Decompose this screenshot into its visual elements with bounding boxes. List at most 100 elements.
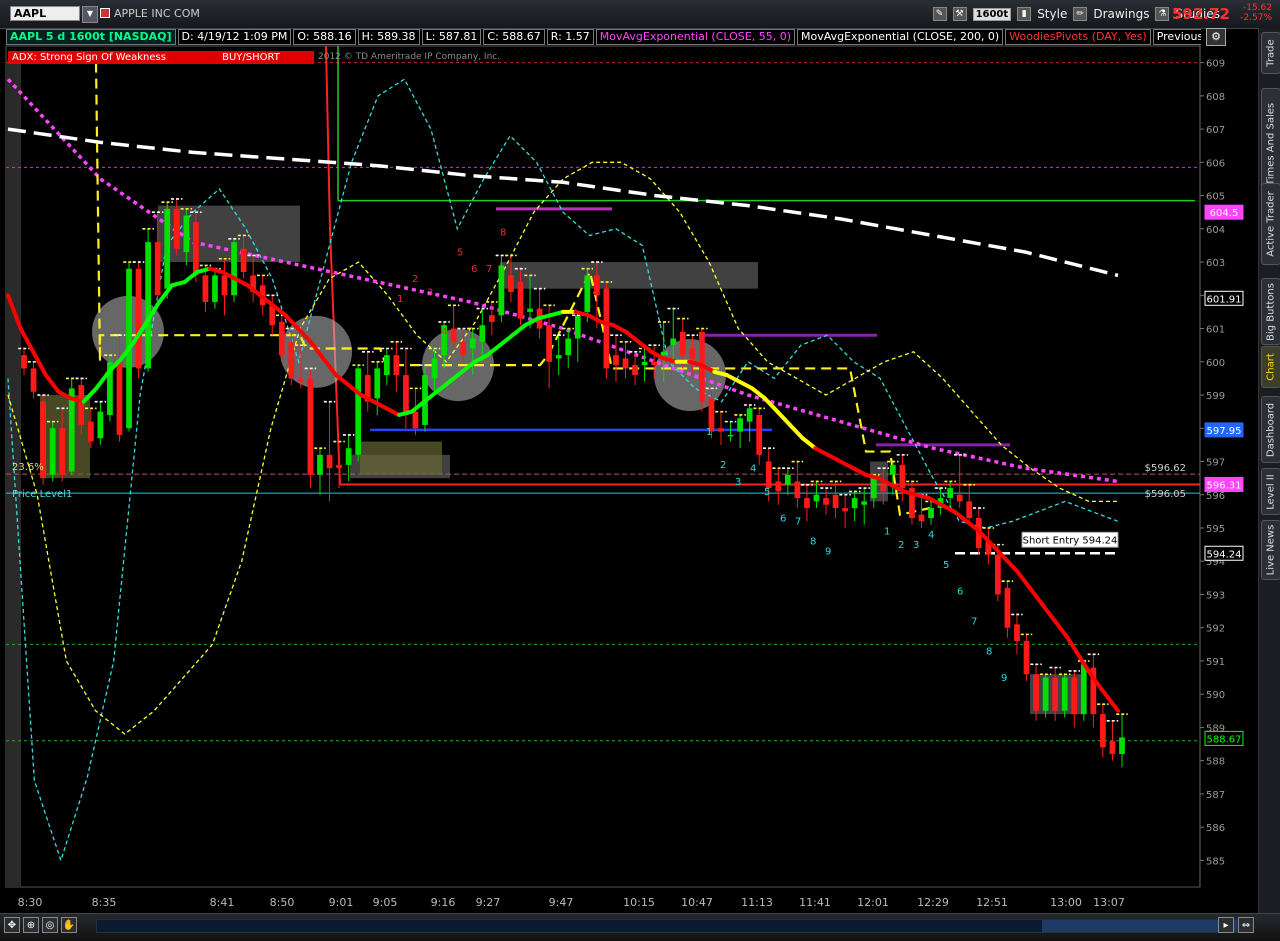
tab-trade[interactable]: Trade — [1261, 32, 1280, 74]
candle-body — [374, 368, 381, 399]
candle-body — [135, 268, 142, 369]
time-scrollbar[interactable] — [96, 919, 1238, 933]
candle-body — [641, 361, 648, 366]
tab-active-trader[interactable]: Active Trader — [1261, 183, 1280, 265]
setup-count-label: 7 — [486, 264, 492, 275]
consolidation-box — [360, 441, 442, 475]
setup-count-label: 8 — [500, 227, 506, 238]
candle-body — [1119, 737, 1125, 755]
x-tick-label: 8:35 — [92, 896, 117, 909]
scrollbar-thumb[interactable] — [1042, 920, 1237, 932]
tab-dashboard[interactable]: Dashboard — [1261, 396, 1280, 463]
candle-body — [889, 464, 896, 475]
ema55-segment — [510, 323, 528, 338]
setup-count-label: 6 — [780, 513, 786, 524]
tab-live-news[interactable]: Live News — [1261, 520, 1280, 580]
setup-count-label: 7 — [971, 616, 977, 627]
candle-body — [1100, 714, 1106, 748]
price-chart[interactable]: 5855865875885895905915925935945955965975… — [0, 0, 1258, 913]
setup-count-label: 1 — [397, 294, 403, 305]
candle-body — [851, 498, 858, 509]
ema55-segment — [233, 276, 250, 288]
x-tick-label: 10:15 — [623, 896, 655, 909]
candle-body — [756, 414, 763, 455]
setup-count-label: 2 — [720, 460, 726, 471]
candle-body — [918, 514, 925, 522]
y-tick-label: 605 — [1206, 192, 1225, 203]
bottom-toolbar: ✥ ⊕ ◎ ✋ ▸ ⇔ — [0, 913, 1280, 941]
candle-body — [508, 275, 514, 292]
tab-chart[interactable]: Chart — [1261, 346, 1280, 388]
ema55-segment — [371, 399, 389, 411]
x-tick-label: 8:50 — [270, 896, 295, 909]
candle-body — [651, 361, 658, 366]
candle-body — [823, 498, 829, 505]
ema55-segment — [1027, 585, 1045, 607]
candle-body — [336, 464, 342, 469]
candle-body — [97, 411, 104, 439]
y-tick-label: 609 — [1206, 59, 1225, 70]
setup-count-label: 3 — [735, 477, 741, 488]
short-entry-callout: Short Entry 594.24 — [1021, 531, 1119, 548]
ema55-segment — [18, 326, 36, 354]
candle-body — [403, 375, 409, 415]
candle-body — [1071, 677, 1078, 715]
y-tick-label: 600 — [1206, 358, 1225, 369]
candle-body — [383, 355, 390, 376]
candle-body — [956, 494, 963, 502]
candle-body — [861, 501, 868, 505]
y-tick-label: 590 — [1206, 690, 1225, 701]
candle-body — [966, 501, 973, 519]
candle-body — [1004, 587, 1011, 628]
candle-body — [928, 508, 934, 519]
ema55-segment — [1002, 555, 1020, 574]
candle-body — [355, 368, 362, 455]
candle-body — [307, 378, 314, 475]
candle-body — [1033, 674, 1039, 711]
side-tab-panel: Trade Times And Sales Active Trader Big … — [1258, 28, 1280, 913]
x-tick-label: 13:00 — [1050, 896, 1082, 909]
y-tick-label: 591 — [1206, 657, 1225, 668]
x-tick-label: 12:51 — [976, 896, 1008, 909]
setup-count-label: 9 — [1001, 673, 1007, 684]
setup-count-label: 6 — [471, 264, 477, 275]
price-badge-label: 597.95 — [1207, 426, 1242, 437]
price-level-label: Price Level1 — [12, 489, 72, 500]
candle-body — [613, 355, 619, 366]
tab-level-ii[interactable]: Level II — [1261, 468, 1280, 515]
y-tick-label: 585 — [1206, 856, 1225, 867]
x-tick-label: 9:01 — [329, 896, 354, 909]
zoom-out-icon[interactable]: ✥ — [4, 917, 20, 933]
candle-body — [1023, 641, 1030, 675]
candle-body — [78, 385, 85, 425]
ema55-segment — [939, 502, 957, 514]
setup-count-label: 1 — [884, 527, 890, 538]
candle-body — [1014, 624, 1020, 642]
candle-body — [995, 554, 1001, 595]
candle-body — [288, 341, 295, 379]
zoom-in-icon[interactable]: ⊕ — [23, 917, 39, 933]
candle-body — [870, 478, 877, 499]
y-tick-label: 603 — [1206, 258, 1225, 269]
expand-icon[interactable]: ⇔ — [1238, 917, 1254, 933]
candle-body — [574, 315, 581, 339]
cyan-oscillator-line — [7, 78, 1119, 863]
magnifier-icon[interactable]: ◎ — [42, 917, 58, 933]
pan-hand-icon[interactable]: ✋ — [61, 917, 77, 933]
ema55-segment — [384, 406, 402, 417]
ema55-segment — [788, 422, 805, 441]
ema55-segment — [775, 409, 793, 427]
ema55-segment — [497, 333, 515, 348]
tab-big-buttons[interactable]: Big Buttons — [1261, 278, 1280, 345]
ema55-segment — [611, 323, 629, 334]
candle-body — [737, 418, 743, 432]
x-tick-label: 11:41 — [799, 896, 831, 909]
candle-body — [555, 355, 562, 359]
candle-body — [412, 411, 419, 429]
scroll-right-icon[interactable]: ▸ — [1218, 917, 1234, 933]
y-tick-label: 599 — [1206, 391, 1225, 402]
candle-body — [154, 242, 161, 296]
candle-body — [298, 378, 304, 382]
candle-body — [202, 275, 209, 302]
ema55-segment — [800, 436, 818, 451]
